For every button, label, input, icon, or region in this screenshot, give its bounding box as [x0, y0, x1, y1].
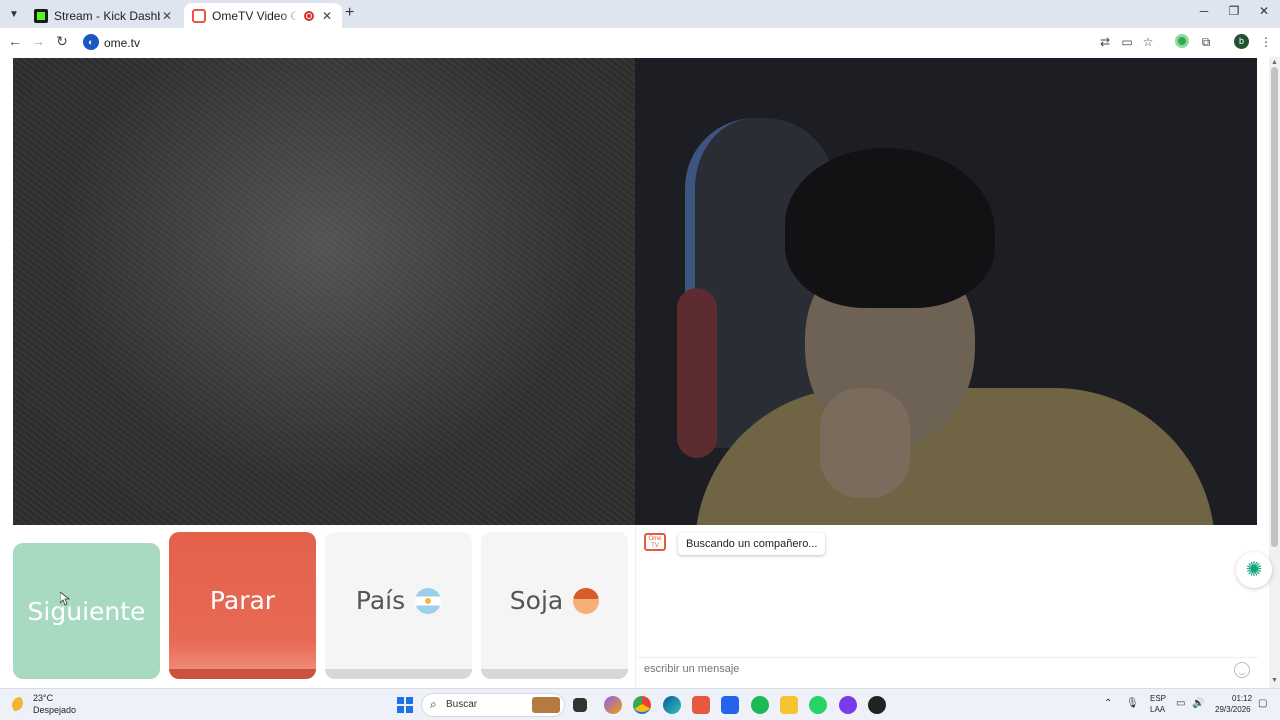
tab-title: OmeTV Video Chat — Alter [212, 8, 298, 23]
restore-icon[interactable]: ❐ [1224, 4, 1244, 18]
kick-icon [34, 8, 48, 23]
more-menu-icon[interactable]: ⋮ [1258, 34, 1274, 50]
ometv-page: ▲ ▼ Siguiente Parar País Soja Ome TV Bus… [0, 57, 1280, 688]
windows-taskbar: 23°C Despejado ⌕ Buscar ⌃ 🎙 ESP LAA ▭ 🔊 … [0, 688, 1280, 720]
minimize-icon[interactable]: ─ [1194, 4, 1214, 18]
search-highlight-image [532, 697, 560, 713]
spotify-icon[interactable] [751, 696, 769, 714]
extension-icon[interactable] [1175, 34, 1189, 48]
cast-icon[interactable]: ▭ [1119, 34, 1135, 50]
chrome-icon[interactable] [633, 696, 651, 714]
language-indicator[interactable]: ESP [1150, 694, 1166, 703]
search-icon: ⌕ [430, 697, 437, 711]
profile-avatar[interactable]: b [1234, 34, 1249, 49]
self-webcam-video [635, 58, 1257, 525]
address-bar[interactable]: ome.tv [104, 36, 140, 50]
microphone-icon[interactable]: 🎙 [1126, 698, 1139, 709]
close-icon[interactable]: ✕ [160, 9, 174, 23]
clock-date[interactable]: 29/3/2026 [1215, 705, 1251, 714]
puzzle-icon[interactable]: ⧉ [1198, 34, 1214, 50]
system-status-message: Buscando un compañero... [678, 533, 826, 555]
app-icon[interactable] [692, 696, 710, 714]
stop-button[interactable]: Parar [169, 532, 316, 679]
browser-toolbar: ← → ↻ ◐ ome.tv ⇄ ▭ ☆ ⧉ b ⋮ [0, 28, 1280, 57]
tab-search-icon[interactable]: ▼ [5, 5, 23, 23]
site-info-icon[interactable]: ◐ [83, 34, 99, 50]
tab-strip: ▼ Stream - Kick Dashboard ✕ OmeTV Video … [0, 0, 1280, 28]
page-scrollbar[interactable]: ▲ ▼ [1269, 57, 1280, 688]
country-button-label: País [355, 586, 406, 615]
forward-icon[interactable]: → [28, 33, 48, 49]
taskbar-search-label: Buscar [446, 699, 478, 710]
argentina-flag-icon [415, 587, 442, 614]
weather-temperature[interactable]: 23°C [33, 693, 53, 703]
translate-icon[interactable]: ⇄ [1097, 34, 1113, 50]
clock-time[interactable]: 01:12 [1232, 694, 1252, 703]
ometv-logo: Ome TV [644, 533, 666, 551]
boy-emoji-icon [573, 587, 600, 614]
mouse-cursor-icon [60, 592, 70, 606]
task-view-icon[interactable] [573, 698, 587, 712]
obs-icon[interactable] [868, 696, 886, 714]
ometv-icon [192, 8, 206, 23]
scroll-thumb[interactable] [1271, 67, 1278, 547]
next-button[interactable]: Siguiente [13, 543, 160, 679]
file-explorer-icon[interactable] [780, 696, 798, 714]
gender-button-label: Soja [509, 586, 564, 615]
tab-ometv[interactable]: OmeTV Video Chat — Alter ✕ [184, 3, 342, 28]
partner-video-static [13, 58, 635, 525]
tab-kick-dashboard[interactable]: Stream - Kick Dashboard ✕ [26, 3, 182, 28]
reload-icon[interactable]: ↻ [52, 33, 72, 50]
tab-title: Stream - Kick Dashboard [54, 8, 160, 23]
ai-assistant-icon[interactable]: ✺ [1236, 552, 1272, 588]
window-close-icon[interactable]: ✕ [1254, 4, 1274, 18]
stop-button-label: Parar [209, 586, 276, 615]
scroll-up-icon[interactable]: ▲ [1271, 59, 1278, 66]
app-icon[interactable] [839, 696, 857, 714]
message-input[interactable] [636, 658, 1216, 680]
notifications-icon[interactable]: ▢ [1258, 698, 1267, 709]
edge-icon[interactable] [663, 696, 681, 714]
whatsapp-icon[interactable] [809, 696, 827, 714]
bookmark-star-icon[interactable]: ☆ [1140, 34, 1156, 50]
recording-icon [304, 10, 314, 21]
keyboard-layout-indicator[interactable]: LAA [1150, 705, 1165, 714]
next-button-label: Siguiente [27, 596, 146, 626]
gender-button[interactable]: Soja [481, 532, 628, 679]
network-icon[interactable]: ▭ [1176, 698, 1185, 709]
tray-chevron-icon[interactable]: ⌃ [1104, 698, 1112, 709]
person-hand [820, 388, 910, 498]
copilot-icon[interactable] [604, 696, 622, 714]
moon-weather-icon[interactable] [12, 697, 28, 713]
close-icon[interactable]: ✕ [320, 9, 334, 23]
chair-accent [677, 288, 717, 458]
country-button[interactable]: País [325, 532, 472, 679]
volume-icon[interactable]: 🔊 [1192, 698, 1204, 709]
windows-start-icon[interactable] [397, 697, 413, 713]
person-hair [785, 148, 995, 308]
weather-condition[interactable]: Despejado [33, 705, 76, 715]
store-icon[interactable] [721, 696, 739, 714]
scroll-down-icon[interactable]: ▼ [1271, 677, 1278, 684]
chat-panel: Ome TV Buscando un compañero... [635, 525, 1258, 688]
message-input-bar [636, 657, 1258, 681]
new-tab-icon[interactable]: + [345, 4, 361, 22]
back-icon[interactable]: ← [5, 33, 25, 49]
emoji-icon[interactable] [1234, 662, 1250, 678]
taskbar-search[interactable]: ⌕ Buscar [421, 693, 565, 717]
